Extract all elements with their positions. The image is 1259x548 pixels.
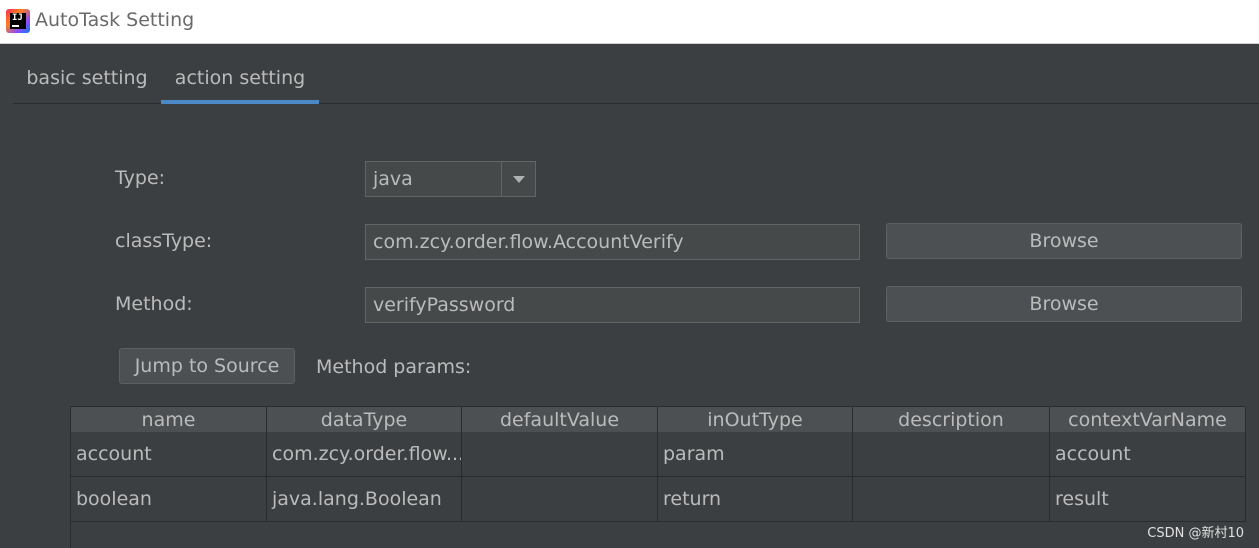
table-cell[interactable]: com.zcy.order.flow....: [267, 432, 462, 477]
type-dropdown[interactable]: java: [365, 161, 536, 197]
table-cell[interactable]: [853, 432, 1050, 477]
column-header-inouttype[interactable]: inOutType: [658, 407, 853, 432]
table-cell[interactable]: return: [658, 477, 853, 522]
jump-to-source-button[interactable]: Jump to Source: [119, 348, 295, 384]
table-cell[interactable]: [462, 432, 658, 477]
title-bar: IJ AutoTask Setting: [0, 0, 1259, 44]
column-header-datatype[interactable]: dataType: [267, 407, 462, 432]
table-cell[interactable]: java.lang.Boolean: [267, 477, 462, 522]
classtype-field[interactable]: com.zcy.order.flow.AccountVerify: [365, 224, 860, 260]
table-cell[interactable]: account: [1050, 432, 1246, 477]
method-field[interactable]: verifyPassword: [365, 287, 860, 323]
table-cell[interactable]: account: [71, 432, 267, 477]
chevron-down-icon[interactable]: [501, 162, 535, 196]
method-label: Method:: [115, 293, 193, 315]
tab-basic-setting[interactable]: basic setting: [13, 44, 161, 104]
table-cell[interactable]: result: [1050, 477, 1246, 522]
column-header-contextvarname[interactable]: contextVarName: [1050, 407, 1246, 432]
column-header-defaultvalue[interactable]: defaultValue: [462, 407, 658, 432]
watermark: CSDN @新村10: [1147, 526, 1244, 541]
intellij-idea-icon: IJ: [6, 9, 30, 33]
column-header-description[interactable]: description: [853, 407, 1050, 432]
method-params-label: Method params:: [316, 356, 472, 378]
table-row[interactable]: account com.zcy.order.flow.... param acc…: [71, 432, 1246, 477]
type-dropdown-value: java: [373, 168, 413, 190]
column-header-name[interactable]: name: [71, 407, 267, 432]
table-cell[interactable]: [853, 477, 1050, 522]
table-row[interactable]: boolean java.lang.Boolean return result: [71, 477, 1246, 522]
table-cell[interactable]: boolean: [71, 477, 267, 522]
tab-bar: basic setting action setting: [13, 44, 1259, 104]
window-title: AutoTask Setting: [35, 9, 195, 31]
tab-action-setting[interactable]: action setting: [161, 44, 319, 104]
classtype-label: classType:: [115, 230, 213, 252]
table-cell[interactable]: param: [658, 432, 853, 477]
table-cell[interactable]: [462, 477, 658, 522]
classtype-browse-button[interactable]: Browse: [886, 223, 1242, 259]
params-table: name dataType defaultValue inOutType des…: [70, 406, 1246, 548]
method-browse-button[interactable]: Browse: [886, 286, 1242, 322]
type-label: Type:: [115, 167, 166, 189]
table-header: name dataType defaultValue inOutType des…: [71, 407, 1246, 432]
